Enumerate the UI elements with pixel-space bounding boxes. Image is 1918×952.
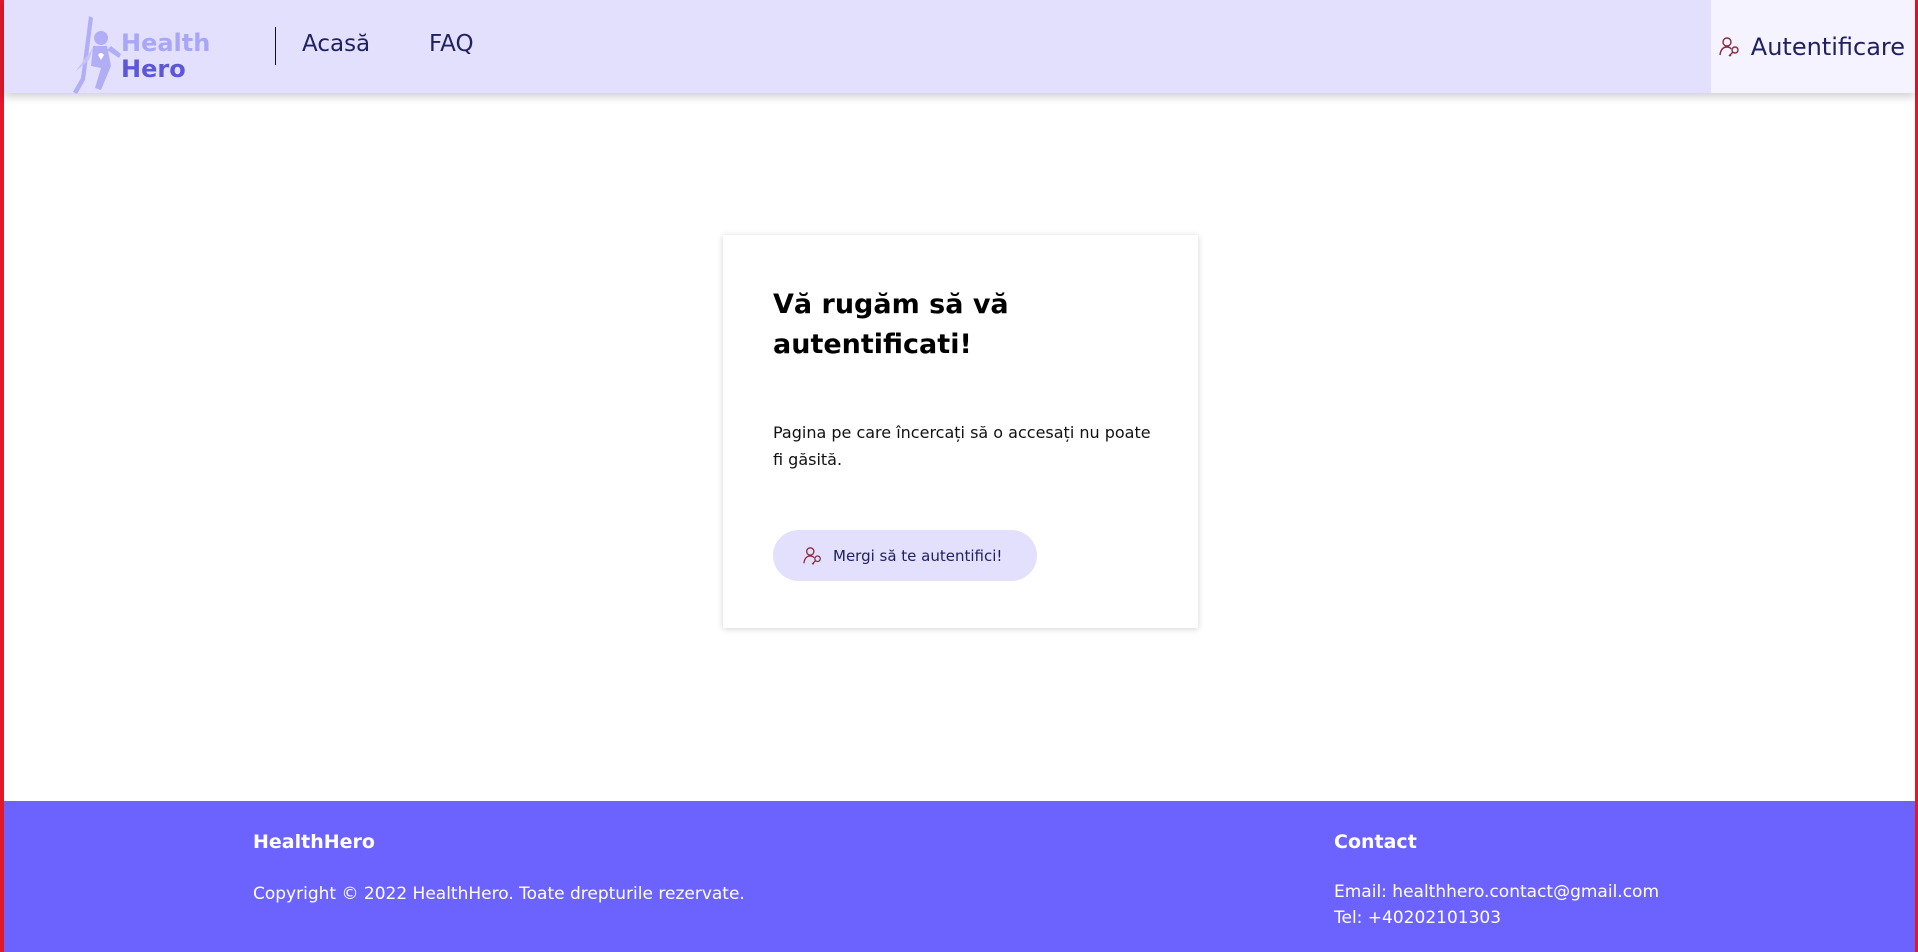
footer-contact-title: Contact	[1334, 831, 1417, 853]
top-navbar: Health Hero Acasă FAQ Autentificare	[4, 0, 1915, 96]
card-message: Pagina pe care încercați să o accesați n…	[773, 423, 1151, 469]
nav-divider	[275, 27, 276, 65]
nav-link-faq[interactable]: FAQ	[429, 31, 474, 57]
logo-text-health: Health	[121, 29, 211, 57]
footer-copyright: Copyright © 2022 HealthHero. Toate drept…	[253, 884, 745, 904]
user-key-icon	[803, 546, 821, 565]
user-key-icon	[1719, 36, 1739, 56]
footer-email[interactable]: Email: healthhero.contact@gmail.com	[1334, 882, 1659, 902]
login-label: Autentificare	[1750, 32, 1905, 61]
footer: HealthHero Copyright © 2022 HealthHero. …	[4, 801, 1915, 952]
footer-phone[interactable]: Tel: +40202101303	[1334, 908, 1501, 928]
nav-link-home[interactable]: Acasă	[302, 31, 370, 57]
healthhero-logo[interactable]: Health Hero	[71, 10, 211, 96]
logo-text-hero: Hero	[121, 55, 186, 83]
button-label: Mergi să te autentifici!	[833, 546, 1003, 565]
login-required-card: Vă rugăm să vă autentificati! Pagina pe …	[723, 235, 1198, 628]
card-title: Vă rugăm să vă autentificati!	[773, 289, 1009, 360]
go-to-login-button[interactable]: Mergi să te autentifici!	[773, 530, 1037, 581]
footer-brand-title: HealthHero	[253, 831, 375, 853]
login-link[interactable]: Autentificare	[1711, 0, 1915, 93]
